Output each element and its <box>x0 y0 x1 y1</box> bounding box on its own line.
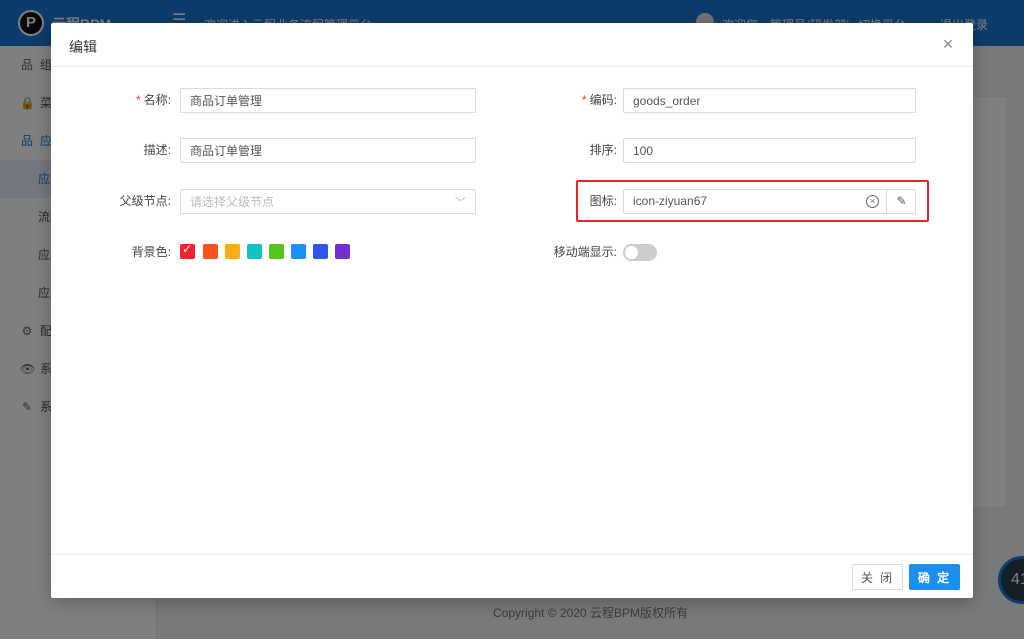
confirm-button[interactable]: 确 定 <box>909 564 960 590</box>
color-swatch[interactable] <box>313 244 328 259</box>
color-swatch[interactable] <box>269 244 284 259</box>
parent-label: 父级节点: <box>119 194 171 208</box>
edit-dialog: 编辑 × *名称: *编码: 描述: 排序: 父级节点: ﹀ 图标: icon-… <box>51 23 973 598</box>
required-mark: * <box>135 93 141 107</box>
bg-color-label: 背景色: <box>131 245 171 259</box>
dialog-title: 编辑 <box>69 39 97 55</box>
code-input[interactable] <box>623 88 916 113</box>
code-label: * 编码: <box>581 93 617 107</box>
color-swatch[interactable] <box>225 244 240 259</box>
color-swatch[interactable] <box>247 244 262 259</box>
clear-icon[interactable]: × <box>866 195 879 208</box>
dialog-footer: 关 闭 确 定 <box>51 554 973 598</box>
color-swatch[interactable]: ✓ <box>180 242 195 259</box>
chevron-down-icon[interactable]: ﹀ <box>455 194 466 210</box>
parent-select[interactable] <box>180 189 476 214</box>
wrench-icon[interactable]: ✎ <box>886 190 916 213</box>
check-icon: ✓ <box>182 242 193 256</box>
dialog-header: 编辑 × <box>51 23 973 67</box>
toggle-knob <box>625 246 638 259</box>
mobile-toggle[interactable] <box>623 244 657 261</box>
desc-input[interactable] <box>180 138 476 163</box>
color-swatch[interactable] <box>335 244 350 259</box>
sort-input[interactable] <box>623 138 916 163</box>
close-button[interactable]: 关 闭 <box>852 564 903 590</box>
desc-label: 描述: <box>143 143 171 157</box>
mobile-label: 移动端显示: <box>553 245 617 259</box>
close-icon[interactable]: × <box>937 33 959 55</box>
icon-field[interactable]: icon-ziyuan67 × ✎ <box>623 189 916 214</box>
name-input[interactable] <box>180 88 476 113</box>
name-label: * 名称: <box>135 93 171 107</box>
sort-label: 排序: <box>589 143 617 157</box>
icon-value: icon-ziyuan67 <box>633 194 708 208</box>
required-mark: * <box>581 93 587 107</box>
color-swatch[interactable] <box>203 244 218 259</box>
color-swatch[interactable] <box>291 244 306 259</box>
